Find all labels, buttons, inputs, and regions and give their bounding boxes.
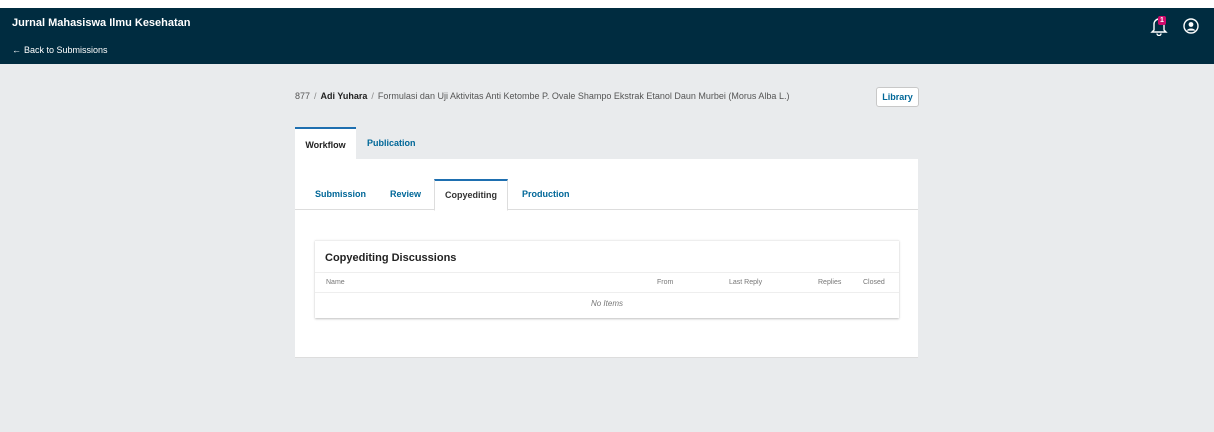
journal-title[interactable]: Jurnal Mahasiswa Ilmu Kesehatan xyxy=(12,17,191,29)
breadcrumb-separator: / xyxy=(314,91,317,101)
notification-badge: 1 xyxy=(1158,16,1166,25)
column-name: Name xyxy=(326,279,345,286)
user-account-icon[interactable] xyxy=(1183,18,1199,34)
stage-tabs: Submission Review Copyediting Production xyxy=(295,179,918,211)
library-button[interactable]: Library xyxy=(876,87,919,107)
column-last-reply: Last Reply xyxy=(729,279,763,286)
tab-workflow[interactable]: Workflow xyxy=(295,127,356,159)
breadcrumb-separator: / xyxy=(371,91,374,101)
arrow-left-icon: ← xyxy=(12,45,21,55)
breadcrumb: 877/Adi Yuhara / Formulasi dan Uji Aktivit… xyxy=(295,91,789,101)
column-closed: Closed xyxy=(863,279,885,286)
app-header: Jurnal Mahasiswa Ilmu Kesehatan ← Back to… xyxy=(0,8,1214,64)
column-from: From xyxy=(657,279,674,286)
grid-title: Copyediting Discussions xyxy=(325,252,457,264)
tab-copyediting[interactable]: Copyediting xyxy=(434,179,508,211)
tab-review[interactable]: Review xyxy=(390,179,421,210)
copyediting-discussions-grid: Copyediting Discussions Name From Last R… xyxy=(315,240,899,318)
tab-production[interactable]: Production xyxy=(522,179,570,210)
tab-submission[interactable]: Submission xyxy=(315,179,366,210)
back-to-submissions-link[interactable]: ← Back to Submissions xyxy=(12,45,108,55)
submission-title: Formulasi dan Uji Aktivitas Anti Ketombe… xyxy=(377,91,790,101)
submission-author: Adi Yuhara xyxy=(320,91,368,101)
workflow-panel: Submission Review Copyediting Production… xyxy=(295,159,918,358)
submission-id: 877 xyxy=(295,91,311,101)
column-replies: Replies xyxy=(818,279,842,286)
grid-column-headers: Name From Last Reply Replies Closed xyxy=(315,272,899,293)
cropped-top-text xyxy=(0,0,1214,8)
back-link-label: Back to Submissions xyxy=(24,45,108,55)
grid-empty-message: No Items xyxy=(590,299,623,308)
tab-publication[interactable]: Publication xyxy=(367,127,416,159)
